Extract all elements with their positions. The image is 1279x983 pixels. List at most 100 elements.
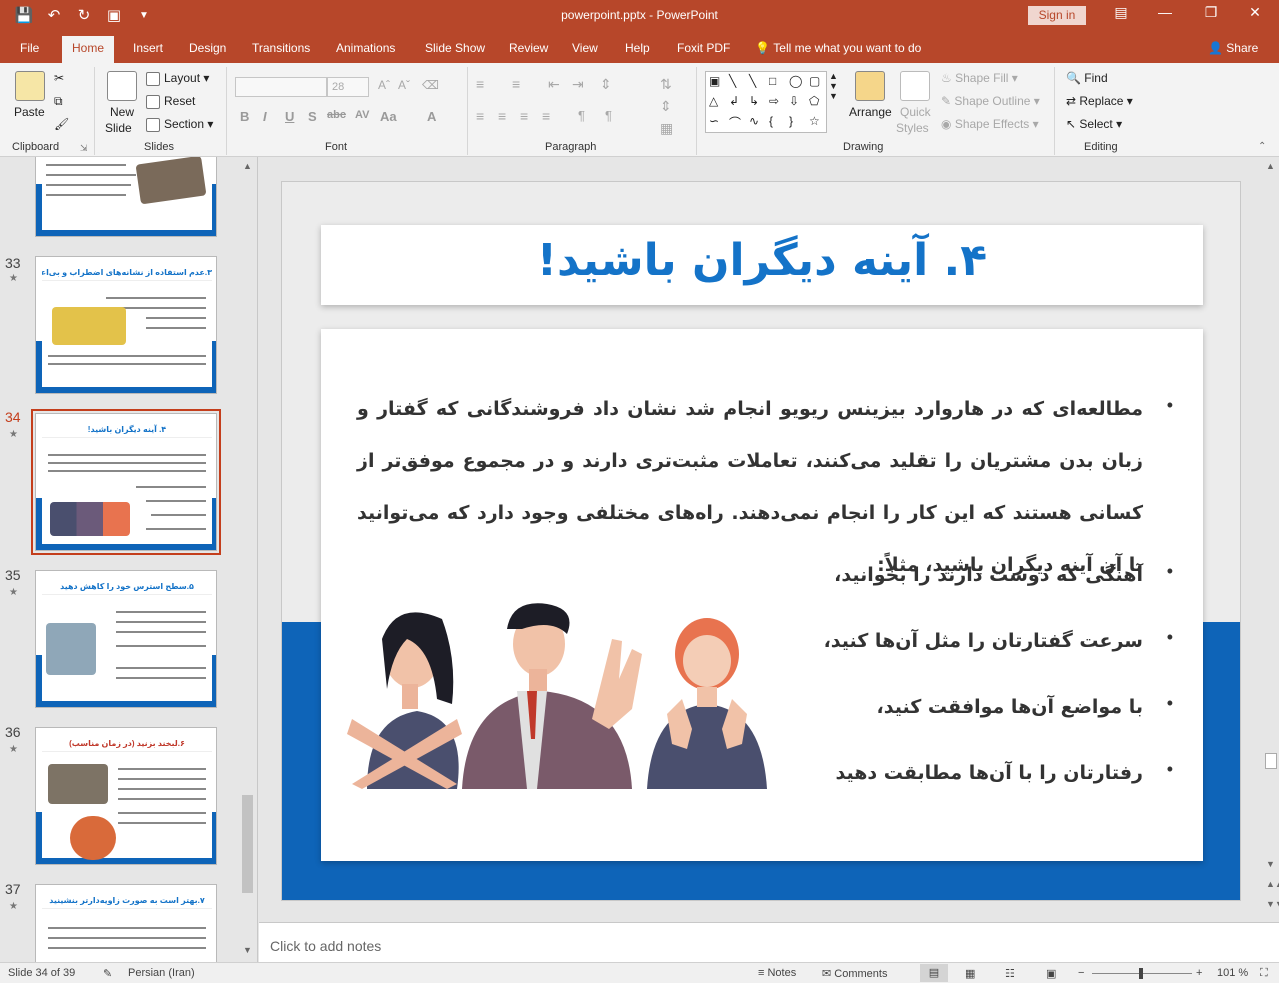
copy-icon[interactable]: ⧉ (54, 94, 63, 109)
align-left-icon[interactable]: ≡ (476, 108, 484, 124)
close-icon[interactable]: ✕ (1240, 4, 1270, 21)
slide-vertical-scrollbar[interactable]: ▲ ▼ ▲▲ ▼▼ (1263, 157, 1279, 922)
arrange-button[interactable]: Arrange (849, 105, 892, 119)
zoom-level[interactable]: 101 % (1217, 967, 1248, 979)
align-center-icon[interactable]: ≡ (498, 108, 506, 124)
zoom-slider-thumb[interactable] (1139, 968, 1143, 979)
tab-review[interactable]: Review (509, 41, 548, 55)
previous-slide-icon[interactable]: ▲▲ (1266, 879, 1279, 889)
slide-thumbnail-36[interactable]: ۶.لبخند بزنید (در زمان مناسب) (35, 727, 217, 865)
tab-transitions[interactable]: Transitions (252, 41, 310, 55)
quick-styles-label-2[interactable]: Styles (896, 121, 929, 135)
new-slide-icon[interactable] (107, 71, 137, 101)
tab-slide-show[interactable]: Slide Show (425, 41, 485, 55)
reset-button[interactable]: Reset (146, 94, 195, 109)
change-case-icon[interactable]: Aa (380, 109, 397, 124)
next-slide-icon[interactable]: ▼▼ (1266, 899, 1279, 909)
quick-styles-icon[interactable] (900, 71, 930, 101)
wave-shape-icon[interactable]: ∿ (749, 114, 759, 128)
shapes-gallery[interactable]: ▣ ╲ ╲ □ ◯ ▢ △ ↲ ↳ ⇨ ⇩ ⬠ ∽ ⌒ ∿ { } ☆ (705, 71, 827, 133)
tab-help[interactable]: Help (625, 41, 650, 55)
tab-insert[interactable]: Insert (133, 41, 163, 55)
tab-file[interactable]: File (20, 41, 39, 55)
strikethrough-icon[interactable]: abc (327, 109, 346, 121)
smartart-icon[interactable]: ▦ (660, 120, 673, 137)
pentagon-shape-icon[interactable]: ⬠ (809, 94, 819, 108)
brace-right-shape-icon[interactable]: } (789, 114, 793, 128)
slide-thumbnail-32[interactable] (35, 157, 217, 237)
layout-button[interactable]: Layout ▾ (146, 71, 209, 86)
current-slide[interactable]: ۴. آینه دیگران باشید! مطالعه‌ای که در ها… (281, 181, 1241, 901)
down-arrow-shape-icon[interactable]: ⇩ (789, 94, 799, 108)
slide-thumbnail-34[interactable]: ۴. آینه دیگران باشید! (31, 409, 221, 555)
oval-shape-icon[interactable]: ◯ (789, 74, 802, 88)
cut-icon[interactable]: ✂ (54, 71, 64, 85)
tab-animations[interactable]: Animations (336, 41, 395, 55)
shape-effects-button[interactable]: ◉ Shape Effects ▾ (941, 117, 1039, 131)
underline-icon[interactable]: U (285, 109, 294, 124)
tab-foxit-pdf[interactable]: Foxit PDF (677, 41, 730, 55)
numbering-icon[interactable]: ≡ (512, 76, 520, 92)
slide-thumbnail-37[interactable]: ۷.بهتر است به صورت زاویه‌دارتر بنشینید (35, 884, 217, 962)
align-text-icon[interactable]: ⇕ (660, 98, 672, 115)
increase-indent-icon[interactable]: ⇥ (572, 76, 584, 93)
character-spacing-icon[interactable]: AV (355, 109, 369, 121)
tab-view[interactable]: View (572, 41, 598, 55)
slide-title-placeholder[interactable]: ۴. آینه دیگران باشید! (321, 225, 1203, 305)
paste-icon[interactable] (15, 71, 45, 101)
clear-formatting-icon[interactable]: ⌫ (422, 78, 439, 92)
triangle-shape-icon[interactable]: △ (709, 94, 718, 108)
tab-design[interactable]: Design (189, 41, 226, 55)
right-arrow-shape-icon[interactable]: ⇨ (769, 94, 779, 108)
curve-shape-icon[interactable]: ∽ (709, 114, 719, 128)
slide-sorter-icon[interactable]: ▦ (965, 967, 975, 980)
font-name-combo[interactable] (235, 77, 327, 97)
fit-to-window-icon[interactable]: ⛶ (1260, 967, 1268, 980)
select-button[interactable]: ↖ Select ▾ (1066, 117, 1122, 131)
language-indicator[interactable]: Persian (Iran) (128, 967, 195, 979)
section-button[interactable]: Section ▾ (146, 117, 213, 132)
rtl-icon[interactable]: ¶ (605, 108, 612, 123)
thumbnail-scroll-thumb[interactable] (242, 795, 253, 893)
line-shape-icon-2[interactable]: ╲ (749, 74, 756, 88)
font-size-combo[interactable]: 28 (327, 77, 369, 97)
shape-fill-button[interactable]: ♨ Shape Fill ▾ (941, 71, 1018, 85)
decrease-font-icon[interactable]: Aˇ (398, 78, 410, 92)
font-color-icon[interactable]: A (427, 109, 436, 124)
thumbnail-scrollbar[interactable]: ▲ ▼ (239, 157, 256, 962)
shapes-more-icon[interactable]: ▲ ▼ ▼ (829, 71, 838, 101)
zoom-out-icon[interactable]: − (1078, 967, 1084, 979)
minimize-icon[interactable]: — (1150, 4, 1180, 20)
increase-font-icon[interactable]: Aˆ (378, 78, 390, 92)
slide-thumbnail-35[interactable]: ۵.سطح استرس خود را کاهش دهید (35, 570, 217, 708)
tell-me-search[interactable]: 💡 Tell me what you want to do (755, 41, 921, 55)
brace-left-shape-icon[interactable]: { (769, 114, 773, 128)
replace-button[interactable]: ⇄ Replace ▾ (1066, 94, 1133, 108)
people-illustration[interactable] (347, 599, 777, 789)
text-shadow-icon[interactable]: S (308, 109, 317, 124)
text-direction-rotate-icon[interactable]: ⇅ (660, 76, 672, 93)
italic-icon[interactable]: I (263, 109, 267, 124)
normal-view-icon[interactable]: ▤ (920, 964, 948, 982)
share-button[interactable]: 👤 Share (1208, 41, 1258, 55)
quick-styles-label-1[interactable]: Quick (900, 105, 931, 119)
format-painter-icon[interactable]: 🖌 (54, 117, 69, 131)
slide-thumbnail-33[interactable]: ۳.عدم استفاده از نشانه‌های اضطراب و بی‌ا… (35, 256, 217, 394)
notes-placeholder[interactable]: Click to add notes (270, 938, 381, 954)
decrease-indent-icon[interactable]: ⇤ (548, 76, 560, 93)
notes-pane[interactable]: Click to add notes (259, 922, 1279, 962)
spell-check-icon[interactable]: ✎ (103, 967, 112, 980)
rounded-rect-shape-icon[interactable]: ▢ (809, 74, 820, 88)
ribbon-display-options-icon[interactable]: ▤ (1106, 4, 1136, 21)
line-spacing-icon[interactable]: ⇕ (600, 76, 612, 93)
star-shape-icon[interactable]: ☆ (809, 114, 820, 128)
textbox-shape-icon[interactable]: ▣ (709, 74, 720, 88)
collapse-ribbon-icon[interactable]: ⌃ (1258, 141, 1266, 152)
new-slide-label-1[interactable]: New (110, 105, 134, 119)
rectangle-shape-icon[interactable]: □ (769, 74, 776, 88)
scroll-down-arrow-icon[interactable]: ▼ (243, 945, 252, 955)
paste-button[interactable]: Paste (14, 105, 45, 119)
scroll-up-arrow-icon[interactable]: ▲ (243, 161, 252, 171)
elbow-connector-icon[interactable]: ↲ (729, 94, 739, 108)
align-right-icon[interactable]: ≡ (520, 108, 528, 124)
